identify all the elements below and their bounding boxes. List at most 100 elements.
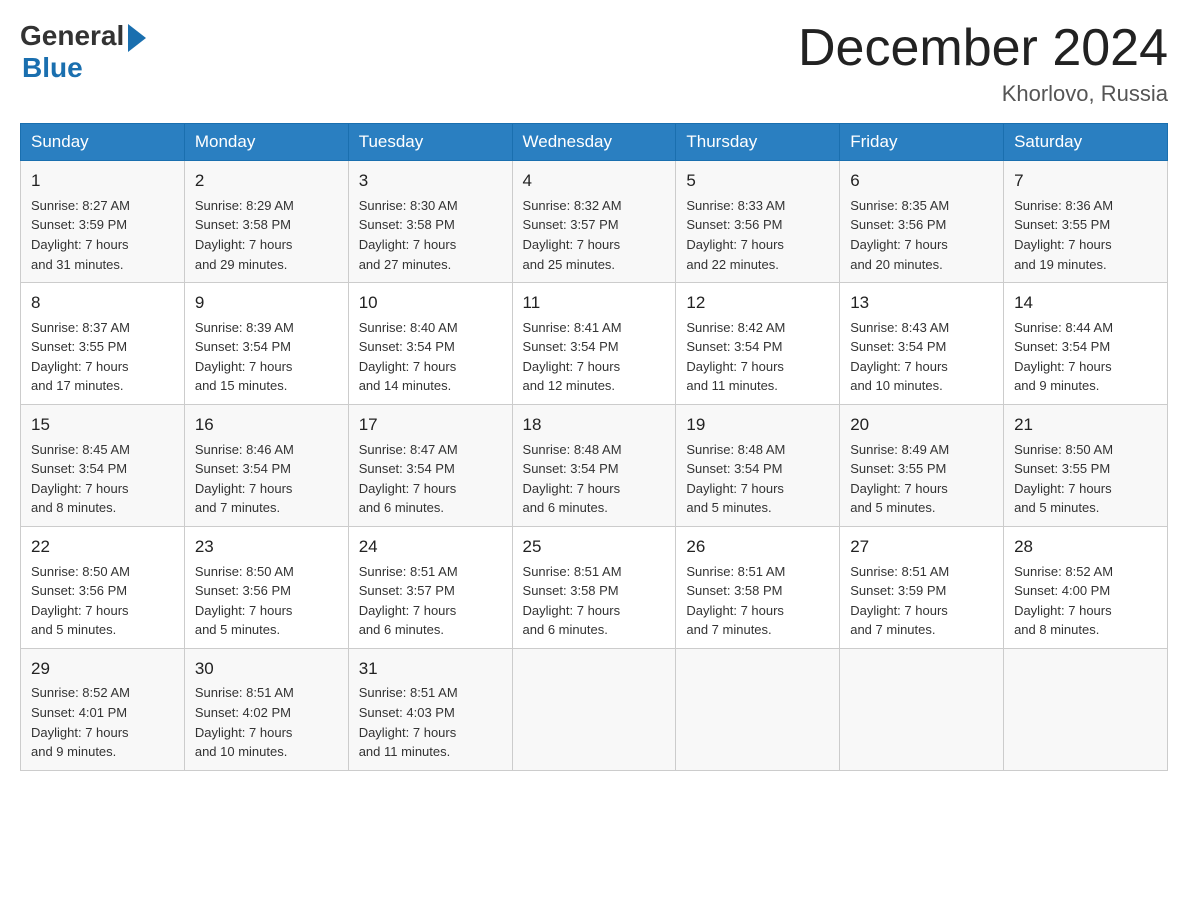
table-row: 30 Sunrise: 8:51 AMSunset: 4:02 PMDaylig… bbox=[184, 648, 348, 770]
location: Khorlovo, Russia bbox=[798, 81, 1168, 107]
day-info: Sunrise: 8:35 AMSunset: 3:56 PMDaylight:… bbox=[850, 198, 949, 272]
day-number: 15 bbox=[31, 413, 174, 438]
table-row: 22 Sunrise: 8:50 AMSunset: 3:56 PMDaylig… bbox=[21, 526, 185, 648]
day-number: 17 bbox=[359, 413, 502, 438]
day-number: 8 bbox=[31, 291, 174, 316]
table-row: 23 Sunrise: 8:50 AMSunset: 3:56 PMDaylig… bbox=[184, 526, 348, 648]
table-row: 31 Sunrise: 8:51 AMSunset: 4:03 PMDaylig… bbox=[348, 648, 512, 770]
day-number: 14 bbox=[1014, 291, 1157, 316]
day-number: 19 bbox=[686, 413, 829, 438]
calendar-week-1: 1 Sunrise: 8:27 AMSunset: 3:59 PMDayligh… bbox=[21, 161, 1168, 283]
day-info: Sunrise: 8:37 AMSunset: 3:55 PMDaylight:… bbox=[31, 320, 130, 394]
logo: General Blue bbox=[20, 20, 146, 84]
day-number: 29 bbox=[31, 657, 174, 682]
col-friday: Friday bbox=[840, 124, 1004, 161]
table-row: 8 Sunrise: 8:37 AMSunset: 3:55 PMDayligh… bbox=[21, 283, 185, 405]
day-info: Sunrise: 8:36 AMSunset: 3:55 PMDaylight:… bbox=[1014, 198, 1113, 272]
col-monday: Monday bbox=[184, 124, 348, 161]
day-info: Sunrise: 8:48 AMSunset: 3:54 PMDaylight:… bbox=[686, 442, 785, 516]
table-row: 1 Sunrise: 8:27 AMSunset: 3:59 PMDayligh… bbox=[21, 161, 185, 283]
table-row: 10 Sunrise: 8:40 AMSunset: 3:54 PMDaylig… bbox=[348, 283, 512, 405]
table-row: 18 Sunrise: 8:48 AMSunset: 3:54 PMDaylig… bbox=[512, 404, 676, 526]
day-info: Sunrise: 8:51 AMSunset: 3:58 PMDaylight:… bbox=[523, 564, 622, 638]
table-row: 29 Sunrise: 8:52 AMSunset: 4:01 PMDaylig… bbox=[21, 648, 185, 770]
calendar-header-row: Sunday Monday Tuesday Wednesday Thursday… bbox=[21, 124, 1168, 161]
day-number: 12 bbox=[686, 291, 829, 316]
day-number: 23 bbox=[195, 535, 338, 560]
day-info: Sunrise: 8:50 AMSunset: 3:56 PMDaylight:… bbox=[195, 564, 294, 638]
day-info: Sunrise: 8:51 AMSunset: 3:59 PMDaylight:… bbox=[850, 564, 949, 638]
day-info: Sunrise: 8:44 AMSunset: 3:54 PMDaylight:… bbox=[1014, 320, 1113, 394]
col-wednesday: Wednesday bbox=[512, 124, 676, 161]
day-info: Sunrise: 8:40 AMSunset: 3:54 PMDaylight:… bbox=[359, 320, 458, 394]
table-row: 21 Sunrise: 8:50 AMSunset: 3:55 PMDaylig… bbox=[1004, 404, 1168, 526]
day-info: Sunrise: 8:29 AMSunset: 3:58 PMDaylight:… bbox=[195, 198, 294, 272]
day-number: 6 bbox=[850, 169, 993, 194]
day-info: Sunrise: 8:46 AMSunset: 3:54 PMDaylight:… bbox=[195, 442, 294, 516]
col-saturday: Saturday bbox=[1004, 124, 1168, 161]
table-row bbox=[512, 648, 676, 770]
day-number: 25 bbox=[523, 535, 666, 560]
day-number: 7 bbox=[1014, 169, 1157, 194]
page-header: General Blue December 2024 Khorlovo, Rus… bbox=[20, 20, 1168, 107]
table-row: 19 Sunrise: 8:48 AMSunset: 3:54 PMDaylig… bbox=[676, 404, 840, 526]
table-row: 20 Sunrise: 8:49 AMSunset: 3:55 PMDaylig… bbox=[840, 404, 1004, 526]
day-number: 1 bbox=[31, 169, 174, 194]
col-tuesday: Tuesday bbox=[348, 124, 512, 161]
day-number: 26 bbox=[686, 535, 829, 560]
day-number: 9 bbox=[195, 291, 338, 316]
calendar-week-4: 22 Sunrise: 8:50 AMSunset: 3:56 PMDaylig… bbox=[21, 526, 1168, 648]
table-row: 3 Sunrise: 8:30 AMSunset: 3:58 PMDayligh… bbox=[348, 161, 512, 283]
day-number: 27 bbox=[850, 535, 993, 560]
table-row: 26 Sunrise: 8:51 AMSunset: 3:58 PMDaylig… bbox=[676, 526, 840, 648]
day-info: Sunrise: 8:43 AMSunset: 3:54 PMDaylight:… bbox=[850, 320, 949, 394]
day-number: 4 bbox=[523, 169, 666, 194]
calendar-week-2: 8 Sunrise: 8:37 AMSunset: 3:55 PMDayligh… bbox=[21, 283, 1168, 405]
day-number: 24 bbox=[359, 535, 502, 560]
day-info: Sunrise: 8:50 AMSunset: 3:56 PMDaylight:… bbox=[31, 564, 130, 638]
table-row: 15 Sunrise: 8:45 AMSunset: 3:54 PMDaylig… bbox=[21, 404, 185, 526]
day-info: Sunrise: 8:32 AMSunset: 3:57 PMDaylight:… bbox=[523, 198, 622, 272]
day-info: Sunrise: 8:51 AMSunset: 3:58 PMDaylight:… bbox=[686, 564, 785, 638]
table-row bbox=[1004, 648, 1168, 770]
day-info: Sunrise: 8:30 AMSunset: 3:58 PMDaylight:… bbox=[359, 198, 458, 272]
day-info: Sunrise: 8:41 AMSunset: 3:54 PMDaylight:… bbox=[523, 320, 622, 394]
table-row: 24 Sunrise: 8:51 AMSunset: 3:57 PMDaylig… bbox=[348, 526, 512, 648]
logo-triangle-icon bbox=[128, 24, 146, 52]
day-info: Sunrise: 8:52 AMSunset: 4:00 PMDaylight:… bbox=[1014, 564, 1113, 638]
logo-general-text: General bbox=[20, 20, 124, 52]
day-info: Sunrise: 8:49 AMSunset: 3:55 PMDaylight:… bbox=[850, 442, 949, 516]
table-row: 11 Sunrise: 8:41 AMSunset: 3:54 PMDaylig… bbox=[512, 283, 676, 405]
day-info: Sunrise: 8:47 AMSunset: 3:54 PMDaylight:… bbox=[359, 442, 458, 516]
day-number: 18 bbox=[523, 413, 666, 438]
table-row bbox=[676, 648, 840, 770]
table-row: 6 Sunrise: 8:35 AMSunset: 3:56 PMDayligh… bbox=[840, 161, 1004, 283]
table-row: 5 Sunrise: 8:33 AMSunset: 3:56 PMDayligh… bbox=[676, 161, 840, 283]
calendar-table: Sunday Monday Tuesday Wednesday Thursday… bbox=[20, 123, 1168, 770]
day-number: 3 bbox=[359, 169, 502, 194]
day-info: Sunrise: 8:42 AMSunset: 3:54 PMDaylight:… bbox=[686, 320, 785, 394]
day-number: 20 bbox=[850, 413, 993, 438]
col-thursday: Thursday bbox=[676, 124, 840, 161]
day-number: 28 bbox=[1014, 535, 1157, 560]
table-row: 17 Sunrise: 8:47 AMSunset: 3:54 PMDaylig… bbox=[348, 404, 512, 526]
day-info: Sunrise: 8:51 AMSunset: 3:57 PMDaylight:… bbox=[359, 564, 458, 638]
day-number: 2 bbox=[195, 169, 338, 194]
day-number: 21 bbox=[1014, 413, 1157, 438]
table-row: 7 Sunrise: 8:36 AMSunset: 3:55 PMDayligh… bbox=[1004, 161, 1168, 283]
col-sunday: Sunday bbox=[21, 124, 185, 161]
logo-blue-text: Blue bbox=[22, 52, 83, 84]
day-number: 5 bbox=[686, 169, 829, 194]
table-row: 14 Sunrise: 8:44 AMSunset: 3:54 PMDaylig… bbox=[1004, 283, 1168, 405]
day-number: 10 bbox=[359, 291, 502, 316]
month-title: December 2024 bbox=[798, 20, 1168, 77]
table-row: 2 Sunrise: 8:29 AMSunset: 3:58 PMDayligh… bbox=[184, 161, 348, 283]
day-number: 22 bbox=[31, 535, 174, 560]
day-info: Sunrise: 8:27 AMSunset: 3:59 PMDaylight:… bbox=[31, 198, 130, 272]
day-info: Sunrise: 8:39 AMSunset: 3:54 PMDaylight:… bbox=[195, 320, 294, 394]
day-info: Sunrise: 8:50 AMSunset: 3:55 PMDaylight:… bbox=[1014, 442, 1113, 516]
day-number: 11 bbox=[523, 291, 666, 316]
day-number: 16 bbox=[195, 413, 338, 438]
day-info: Sunrise: 8:52 AMSunset: 4:01 PMDaylight:… bbox=[31, 685, 130, 759]
calendar-week-3: 15 Sunrise: 8:45 AMSunset: 3:54 PMDaylig… bbox=[21, 404, 1168, 526]
